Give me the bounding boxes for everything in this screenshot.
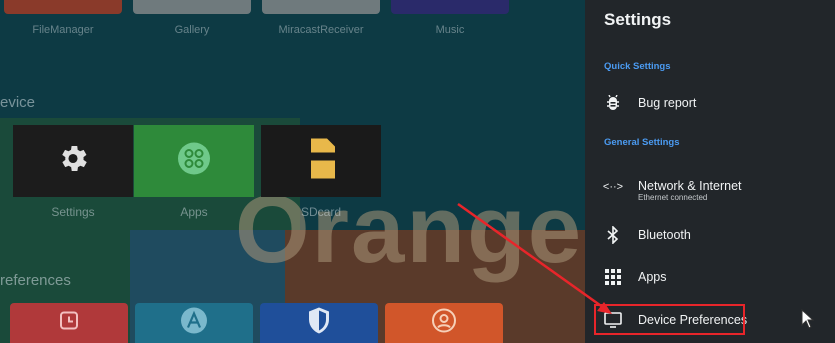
a-letter-icon xyxy=(180,307,208,340)
menu-item-apps[interactable]: Apps xyxy=(585,262,835,292)
app-tile-filemanager[interactable] xyxy=(4,0,122,14)
settings-panel: Settings Quick Settings Bug report Gener… xyxy=(585,0,835,343)
pref-tile-language[interactable] xyxy=(135,303,253,343)
app-label-sdcard: SDcard xyxy=(300,205,341,219)
screen: Orange p FileManager Gallery MiracastRec… xyxy=(0,0,835,343)
section-quick-settings: Quick Settings xyxy=(604,61,671,72)
apps-grid-icon xyxy=(604,268,622,286)
app-tile-apps[interactable] xyxy=(134,125,254,197)
panel-title: Settings xyxy=(604,10,672,29)
menu-item-label: Apps xyxy=(638,270,667,284)
app-label-gallery: Gallery xyxy=(174,24,210,36)
app-tile-gallery[interactable] xyxy=(133,0,251,14)
menu-item-bluetooth[interactable]: Bluetooth xyxy=(585,220,835,250)
menu-item-label: Device Preferences xyxy=(638,313,748,327)
app-label-music: Music xyxy=(435,24,465,36)
pref-tile-target[interactable] xyxy=(385,303,503,343)
menu-item-network-internet[interactable]: <··> Network & Internet Ethernet connect… xyxy=(585,168,835,206)
section-general-settings: General Settings xyxy=(604,137,680,148)
launcher-section-preferences: references xyxy=(0,272,71,289)
apps-grid-icon xyxy=(176,141,212,182)
pref-tile-clock[interactable] xyxy=(10,303,128,343)
menu-item-device-preferences[interactable]: Device Preferences xyxy=(585,305,835,335)
menu-item-label: Bluetooth xyxy=(638,228,691,242)
bug-icon xyxy=(604,94,622,112)
menu-item-sublabel: Ethernet connected xyxy=(638,193,708,202)
tv-icon xyxy=(604,311,622,329)
network-arrows-icon: <··> xyxy=(602,181,624,193)
target-icon xyxy=(431,308,457,339)
pref-tile-security[interactable] xyxy=(260,303,378,343)
menu-item-label: Network & Internet xyxy=(638,179,742,193)
app-tile-miracastreceiver[interactable] xyxy=(262,0,380,14)
menu-item-label: Bug report xyxy=(638,96,697,110)
app-label-filemanager: FileManager xyxy=(32,24,94,36)
bluetooth-icon xyxy=(604,226,622,244)
app-tile-sdcard[interactable] xyxy=(261,125,381,197)
app-label-apps: Apps xyxy=(180,205,208,219)
gear-icon xyxy=(56,142,90,181)
launcher-section-device: evice xyxy=(0,94,36,111)
shield-icon xyxy=(307,307,331,340)
menu-item-bug-report[interactable]: Bug report xyxy=(585,88,835,118)
app-tile-music[interactable] xyxy=(391,0,509,14)
app-label-miracastreceiver: MiracastReceiver xyxy=(278,24,364,36)
clock-icon xyxy=(59,311,79,336)
app-tile-settings[interactable] xyxy=(13,125,133,197)
sdcard-icon xyxy=(307,138,335,184)
app-label-settings: Settings xyxy=(51,205,95,219)
